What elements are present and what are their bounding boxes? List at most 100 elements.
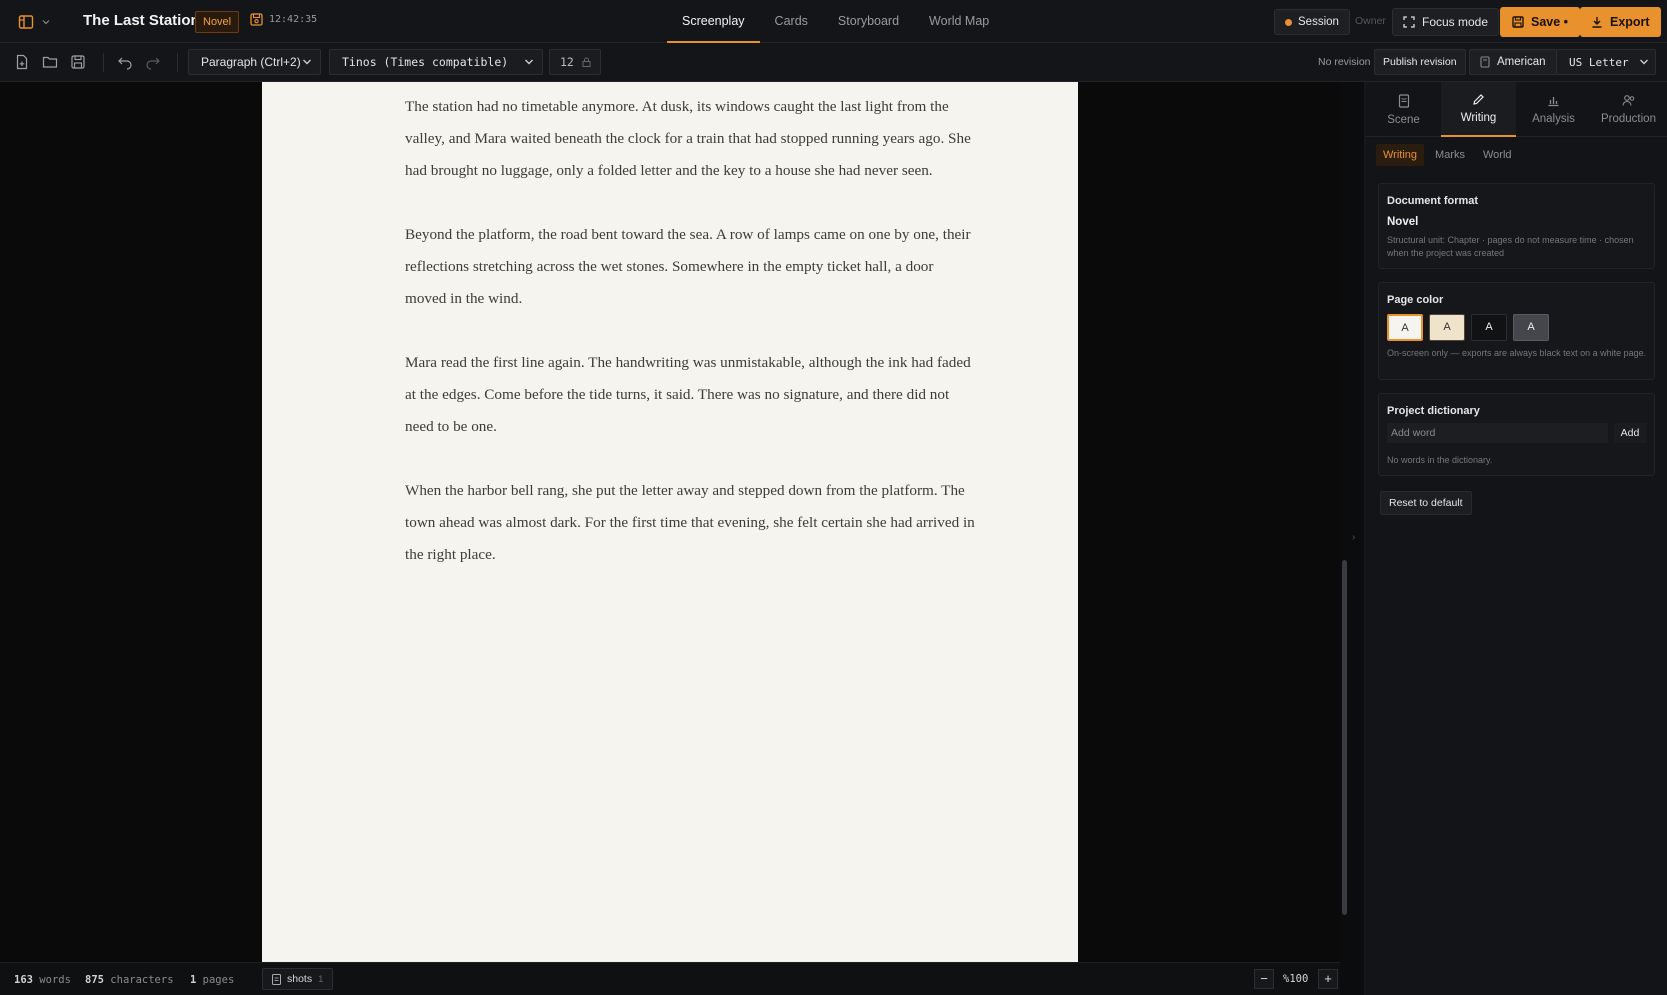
project-dictionary-heading: Project dictionary [1387, 405, 1480, 417]
page-color-heading: Page color [1387, 294, 1444, 306]
paragraph-style-value: Paragraph (Ctrl+2) [201, 55, 301, 69]
paper-size-value: US Letter [1569, 55, 1629, 69]
undo-icon[interactable] [117, 54, 133, 70]
toolbar-divider [103, 53, 104, 72]
dictionary-empty-text: No words in the dictionary. [1387, 455, 1493, 465]
page-color-hint: On-screen only — exports are always blac… [1387, 348, 1647, 358]
chevron-down-icon [525, 59, 533, 65]
page-color-swatch-paper[interactable]: A [1387, 314, 1423, 341]
tab-writing[interactable]: Writing [1441, 82, 1516, 137]
shots-button[interactable]: shots 1 [262, 968, 334, 990]
locale-button[interactable]: American [1469, 49, 1557, 75]
tab-analysis[interactable]: Analysis [1516, 82, 1591, 137]
word-count: 163 words [14, 974, 71, 986]
paper-size-select[interactable]: US Letter [1556, 49, 1656, 75]
page-color-swatch-gray[interactable]: A [1513, 314, 1549, 341]
subtab-world[interactable]: World [1476, 144, 1519, 166]
save-status: 12:42:35 [250, 13, 317, 26]
page-color-swatch-dark[interactable]: A [1471, 314, 1507, 341]
page-count-value: 1 [190, 974, 197, 986]
paragraph[interactable]: Mara read the first line again. The hand… [405, 347, 975, 443]
character-count-label: characters [110, 974, 174, 986]
format-toolbar: Paragraph (Ctrl+2) Tinos (Times compatib… [0, 43, 1667, 82]
pencil-icon [1473, 94, 1484, 105]
add-word-button[interactable]: Add [1614, 423, 1646, 443]
view-tabs: Screenplay Cards Storyboard World Map [667, 0, 1004, 43]
reset-to-default-button[interactable]: Reset to default [1380, 491, 1472, 515]
document-page[interactable]: The station had no timetable anymore. At… [262, 82, 1078, 962]
session-label: Session [1298, 16, 1339, 28]
revision-status: No revision [1318, 56, 1371, 68]
tab-production-label: Production [1601, 113, 1656, 125]
chevron-down-icon [42, 20, 50, 25]
chevron-down-icon [1640, 59, 1648, 65]
tab-storyboard[interactable]: Storyboard [823, 0, 914, 43]
subtab-writing[interactable]: Writing [1376, 144, 1425, 166]
shot-list-icon [272, 973, 281, 985]
font-size-field[interactable]: 12 [549, 49, 601, 75]
page-color-card: Page color A A A A On-screen only — expo… [1378, 282, 1655, 380]
word-count-label: words [39, 974, 71, 986]
bar-chart-icon [1548, 97, 1559, 107]
paragraph[interactable]: The station had no timetable anymore. At… [405, 91, 975, 187]
subtab-marks[interactable]: Marks [1428, 144, 1472, 166]
dictionary-icon [1480, 56, 1490, 68]
character-count: 875 characters [85, 974, 174, 986]
publish-revision-button[interactable]: Publish revision [1374, 49, 1466, 75]
session-button[interactable]: Session [1274, 9, 1350, 35]
font-size-value: 12 [560, 55, 574, 69]
zoom-out-button[interactable]: − [1254, 969, 1274, 989]
people-icon [1621, 95, 1634, 106]
tab-world-map[interactable]: World Map [914, 0, 1004, 43]
save-file-icon[interactable] [70, 54, 86, 70]
chevron-down-icon [303, 59, 311, 65]
zoom-level: %100 [1283, 973, 1309, 985]
add-word-input[interactable] [1387, 423, 1608, 443]
font-family-value: Tinos (Times compatible) [342, 55, 509, 69]
format-badge: Novel [195, 11, 240, 33]
tab-production[interactable]: Production [1591, 82, 1666, 137]
export-button[interactable]: Export [1580, 7, 1661, 37]
lock-icon [582, 57, 591, 67]
page-color-swatch-cream[interactable]: A [1429, 314, 1465, 341]
document-format-heading: Document format [1387, 195, 1479, 207]
writing-subtabs: Writing Marks World [1376, 144, 1519, 166]
paragraph-style-select[interactable]: Paragraph (Ctrl+2) [188, 49, 321, 75]
panel-collapse-icon[interactable]: › [1352, 532, 1355, 543]
tab-screenplay[interactable]: Screenplay [667, 0, 760, 43]
layout-menu-button[interactable] [18, 12, 54, 32]
character-count-value: 875 [85, 974, 104, 986]
font-family-select[interactable]: Tinos (Times compatible) [329, 49, 543, 75]
redo-icon[interactable] [145, 54, 161, 70]
paragraph[interactable]: Beyond the platform, the road bent towar… [405, 219, 975, 315]
session-status-dot [1285, 18, 1292, 26]
saved-time: 12:42:35 [269, 14, 318, 25]
top-bar: The Last Station Novel 12:42:35 Screenpl… [0, 0, 1667, 43]
page-count: 1 pages [190, 974, 234, 986]
owner-role: Owner [1355, 15, 1386, 27]
tab-writing-label: Writing [1460, 112, 1497, 124]
new-file-icon[interactable] [14, 54, 30, 70]
expand-icon [1403, 16, 1415, 28]
document-body[interactable]: The station had no timetable anymore. At… [405, 91, 975, 603]
editor-area: The station had no timetable anymore. At… [0, 82, 1340, 962]
editor-scrollbar[interactable] [1342, 560, 1347, 915]
paragraph[interactable]: When the harbor bell rang, she put the l… [405, 475, 975, 571]
zoom-in-button[interactable]: + [1318, 969, 1338, 989]
focus-mode-label: Focus mode [1422, 15, 1489, 29]
document-format-card: Document format Novel Structural unit: C… [1378, 183, 1655, 269]
saved-icon [250, 13, 263, 26]
open-folder-icon[interactable] [42, 54, 58, 70]
shots-label: shots [287, 973, 313, 985]
save-button[interactable]: Save • [1500, 7, 1581, 37]
document-icon [1398, 93, 1409, 108]
locale-label: American [1497, 56, 1546, 68]
tab-scene[interactable]: Scene [1366, 82, 1441, 137]
focus-mode-button[interactable]: Focus mode [1392, 8, 1500, 36]
page-count-label: pages [202, 974, 235, 986]
toolbar-divider [177, 53, 178, 72]
inspector-panel: Scene Writing Analysis Production Writin… [1366, 82, 1667, 995]
tab-cards[interactable]: Cards [760, 0, 823, 43]
tab-scene-label: Scene [1387, 113, 1420, 126]
project-title[interactable]: The Last Station [83, 12, 200, 29]
